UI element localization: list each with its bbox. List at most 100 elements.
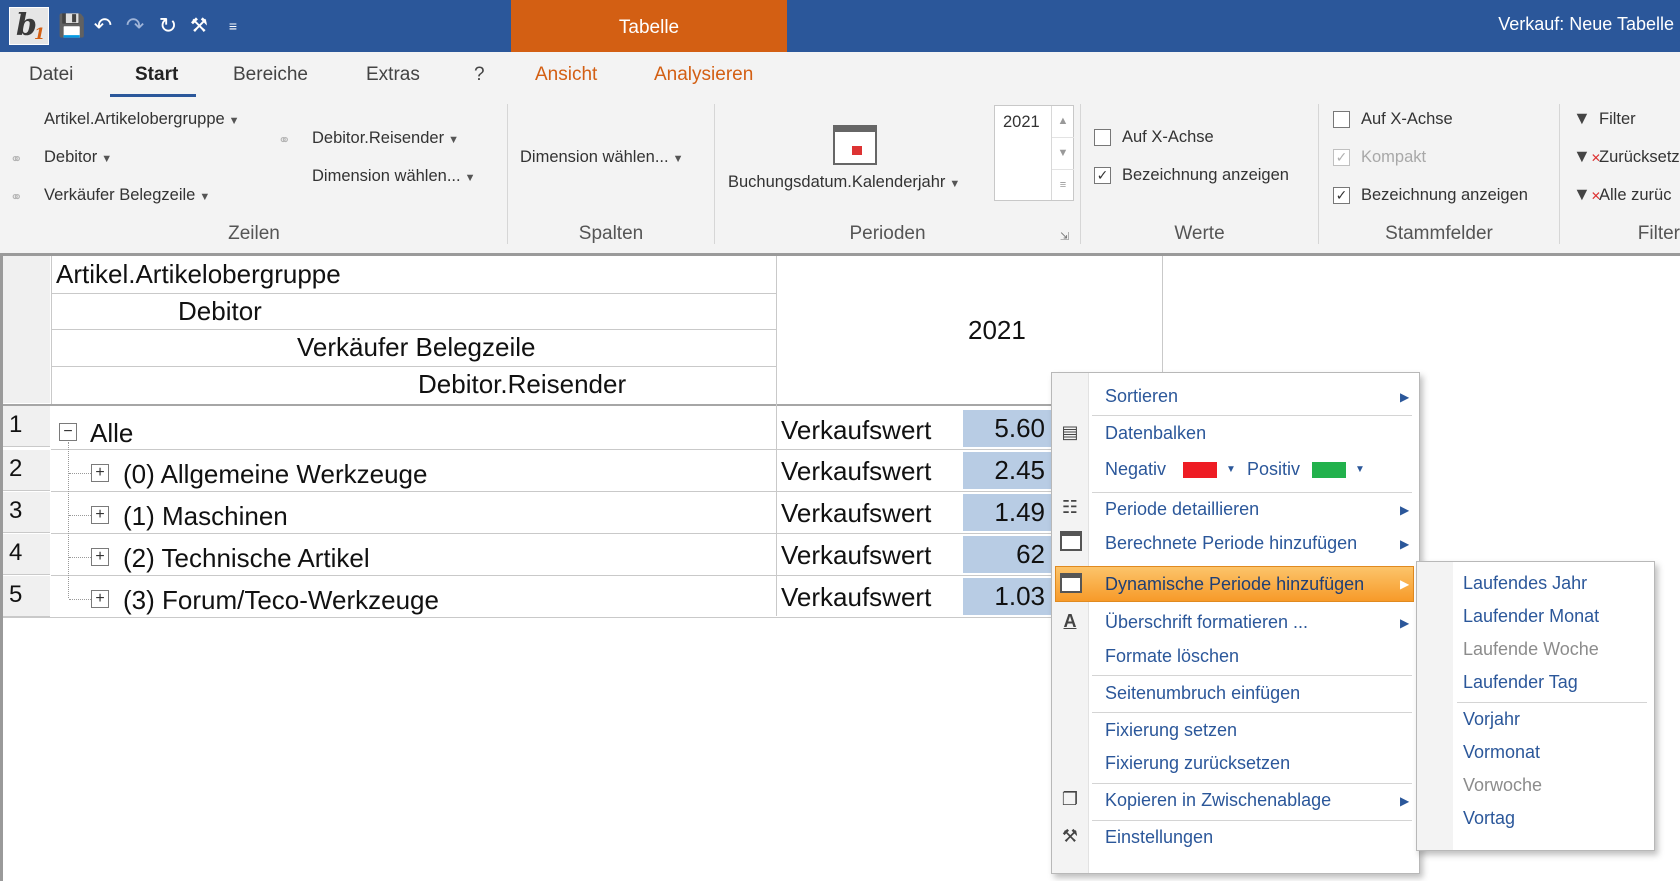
row-label[interactable]: (3) Forum/Teco-Werkzeuge xyxy=(123,585,439,616)
row-number[interactable]: 3 xyxy=(3,492,50,533)
menu-item-einstellungen[interactable]: Einstellungen xyxy=(1105,827,1213,848)
value-cell[interactable]: 62 xyxy=(963,536,1051,573)
grid-line xyxy=(51,575,1051,576)
tab-bereiche[interactable]: Bereiche xyxy=(233,52,308,98)
grid-line xyxy=(51,491,1051,492)
expand-icon[interactable]: + xyxy=(91,506,109,524)
header-dim-4[interactable]: Debitor.Reisender xyxy=(418,369,626,400)
menu-item-fixierung-setzen[interactable]: Fixierung setzen xyxy=(1105,720,1237,741)
submenu-item-vorwoche: Vorwoche xyxy=(1463,775,1543,795)
year-scroll[interactable]: ▲ ▼ ≡ xyxy=(1051,106,1074,200)
row-label[interactable]: (1) Maschinen xyxy=(123,501,288,532)
werte-show-label-checkbox[interactable]: ✓ xyxy=(1094,167,1111,184)
stamm-x-axis-checkbox[interactable] xyxy=(1333,111,1350,128)
tab-help[interactable]: ? xyxy=(474,52,485,98)
row-number[interactable]: 1 xyxy=(3,406,50,447)
grid-line xyxy=(776,256,777,616)
filter-button[interactable]: Filter xyxy=(1599,110,1636,129)
dialog-launcher-icon[interactable]: ⇲ xyxy=(1060,230,1069,243)
expand-icon[interactable]: + xyxy=(91,548,109,566)
row-dim-debitor[interactable]: Debitor ▼ xyxy=(44,148,112,167)
value-cell[interactable]: 1.03 xyxy=(963,578,1051,615)
menu-label: Sortieren xyxy=(1105,386,1179,406)
tab-ansicht[interactable]: Ansicht xyxy=(535,52,597,98)
submenu-item-laufendes-jahr[interactable]: Laufendes Jahr xyxy=(1463,573,1587,594)
period-dimension[interactable]: Buchungsdatum.Kalenderjahr ▼ xyxy=(728,173,960,192)
row-number[interactable]: 4 xyxy=(3,534,50,575)
tab-analysieren[interactable]: Analysieren xyxy=(654,52,753,98)
menu-item-kopieren[interactable]: Kopieren in Zwischenablage ▶ xyxy=(1052,785,1419,817)
positive-label: Positiv xyxy=(1247,459,1301,479)
calendar-icon[interactable] xyxy=(833,125,877,165)
year-listbox[interactable]: 2021 ▲ ▼ ≡ xyxy=(994,105,1074,201)
row-label[interactable]: (2) Technische Artikel xyxy=(123,543,370,574)
werte-x-axis-checkbox[interactable] xyxy=(1094,129,1111,146)
chevron-down-icon: ▼ xyxy=(101,153,113,165)
row-number[interactable]: 2 xyxy=(3,450,50,491)
submenu-item-vorjahr[interactable]: Vorjahr xyxy=(1463,709,1520,730)
menu-item-sortieren[interactable]: Sortieren ▶ xyxy=(1052,380,1419,412)
value-cell[interactable]: 5.60 xyxy=(963,410,1051,447)
submenu-item-laufender-monat[interactable]: Laufender Monat xyxy=(1463,606,1599,627)
tab-datei[interactable]: Datei xyxy=(29,52,73,98)
menu-separator xyxy=(1457,702,1647,703)
menu-label: Berechnete Periode hinzufügen xyxy=(1105,533,1358,553)
chevron-down-icon[interactable]: ▼ xyxy=(1355,464,1365,475)
menu-item-ueberschrift-formatieren[interactable]: Überschrift formatieren ... ▶ xyxy=(1052,607,1419,639)
undo-icon[interactable]: ↶ xyxy=(90,12,116,40)
scroll-up-icon[interactable]: ▲ xyxy=(1052,106,1074,138)
group-label-spalten: Spalten xyxy=(578,223,644,244)
app-logo[interactable]: b 1 xyxy=(9,7,49,45)
value-cell[interactable]: 1.49 xyxy=(963,494,1051,531)
scroll-down-icon[interactable]: ▼ xyxy=(1052,138,1074,170)
row-label[interactable]: Alle xyxy=(90,418,133,449)
filter-reset-button[interactable]: Zurücksetz xyxy=(1599,148,1680,167)
stamm-show-label-checkbox[interactable]: ✓ xyxy=(1333,187,1350,204)
filter-reset-all-button[interactable]: Alle zurüc xyxy=(1599,186,1671,205)
menu-separator xyxy=(1092,415,1412,416)
row-dim-choose[interactable]: Dimension wählen... ▼ xyxy=(312,167,475,186)
ribbon: Artikel.Artikelobergruppe ▼ ⚭ Debitor ▼ ⚭ … xyxy=(0,98,1680,254)
row-dim-reisender[interactable]: Debitor.Reisender ▼ xyxy=(312,129,459,148)
row-number[interactable]: 5 xyxy=(3,576,50,617)
row-dim-artikelobergruppe[interactable]: Artikel.Artikelobergruppe ▼ xyxy=(44,110,240,129)
chevron-down-icon[interactable]: ▼ xyxy=(1226,464,1236,475)
menu-item-berechnete-periode[interactable]: Berechnete Periode hinzufügen ▶ xyxy=(1052,528,1419,560)
period-header[interactable]: 2021 xyxy=(968,315,1026,346)
header-dim-1[interactable]: Artikel.Artikelobergruppe xyxy=(56,259,341,290)
context-tab-tabelle[interactable]: Tabelle xyxy=(511,0,787,52)
filter-reset-icon: ▼✕ xyxy=(1573,146,1601,166)
save-icon[interactable]: 💾 xyxy=(58,12,85,40)
positive-color-swatch[interactable] xyxy=(1312,462,1346,478)
tools-icon[interactable]: ⚒ xyxy=(186,12,212,40)
menu-item-seitenumbruch[interactable]: Seitenumbruch einfügen xyxy=(1105,683,1300,704)
refresh-icon[interactable]: ↻ xyxy=(155,12,181,40)
customize-quick-access-icon[interactable]: ≡ xyxy=(220,12,246,40)
tab-start[interactable]: Start xyxy=(135,52,178,98)
menu-item-formate-loeschen[interactable]: Formate löschen xyxy=(1105,646,1239,667)
menu-item-dynamische-periode[interactable]: Dynamische Periode hinzufügen ▶ xyxy=(1055,566,1414,602)
submenu-item-laufender-tag[interactable]: Laufender Tag xyxy=(1463,672,1578,693)
tab-extras[interactable]: Extras xyxy=(366,52,420,98)
redo-icon[interactable]: ↷ xyxy=(122,12,148,40)
column-dim-choose[interactable]: Dimension wählen... ▼ xyxy=(520,148,683,167)
menu-item-fixierung-zuruecksetzen[interactable]: Fixierung zurücksetzen xyxy=(1105,753,1290,774)
value-cell[interactable]: 2.45 xyxy=(963,452,1051,489)
menu-label: Periode detaillieren xyxy=(1105,499,1260,519)
submenu-item-vormonat[interactable]: Vormonat xyxy=(1463,742,1540,763)
expand-icon[interactable]: + xyxy=(91,464,109,482)
header-dim-2[interactable]: Debitor xyxy=(178,296,262,327)
row-dim-label: Artikel.Artikelobergruppe xyxy=(44,110,225,128)
row-dim-verkaeufer[interactable]: Verkäufer Belegzeile ▼ xyxy=(44,186,210,205)
expand-icon[interactable]: ≡ xyxy=(1052,170,1074,201)
link-icon: ⚭ xyxy=(278,132,291,149)
header-dim-3[interactable]: Verkäufer Belegzeile xyxy=(297,332,535,363)
menu-item-periode-detaillieren[interactable]: Periode detaillieren ▶ xyxy=(1052,494,1419,526)
grid-line xyxy=(1162,256,1163,374)
collapse-icon[interactable]: − xyxy=(59,423,77,441)
row-label[interactable]: (0) Allgemeine Werkzeuge xyxy=(123,459,427,490)
negative-color-swatch[interactable] xyxy=(1183,462,1217,478)
submenu-item-vortag[interactable]: Vortag xyxy=(1463,808,1515,829)
expand-icon[interactable]: + xyxy=(91,590,109,608)
menu-item-datenbalken[interactable]: Datenbalken xyxy=(1105,423,1206,444)
